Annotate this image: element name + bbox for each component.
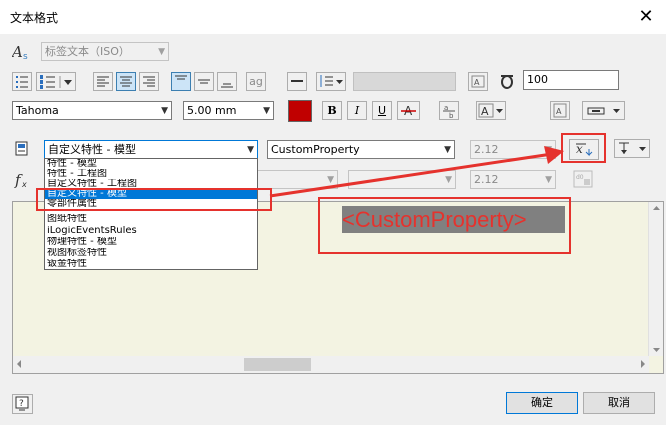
text-height-input[interactable]: 100 — [523, 70, 619, 90]
vertical-scrollbar[interactable] — [648, 202, 663, 356]
annotation-box-editor — [318, 197, 571, 254]
line-button[interactable] — [287, 72, 307, 91]
italic-button[interactable]: I — [347, 101, 367, 120]
arrow-down-stop-icon — [619, 142, 646, 154]
svg-text:s: s — [23, 52, 28, 61]
add-parameter-button[interactable]: d0 — [572, 169, 596, 189]
text-height-icon — [498, 72, 516, 91]
case-button[interactable]: A — [476, 101, 506, 120]
text-style-icon: As — [12, 43, 32, 61]
text-height-value: 100 — [527, 73, 548, 86]
font-size-dropdown[interactable]: 5.00 mm ▼ — [183, 101, 274, 120]
property-type-value: 自定义特性 - 模型 — [48, 143, 136, 156]
insert-field-button[interactable] — [582, 101, 625, 120]
svg-text:A: A — [474, 78, 480, 87]
align-top-button[interactable] — [171, 72, 191, 91]
close-button[interactable]: ✕ — [631, 4, 661, 30]
font-dropdown[interactable]: Tahoma ▼ — [12, 101, 172, 120]
chevron-down-icon: ▼ — [247, 145, 254, 155]
align-middle-button[interactable] — [194, 72, 214, 91]
svg-text:A: A — [556, 107, 562, 116]
chevron-down-icon: ▼ — [161, 106, 168, 116]
align-left-icon — [97, 76, 109, 87]
align-bottom-icon — [221, 83, 233, 88]
list-item[interactable]: 特性 - 工程图 — [45, 169, 257, 179]
style-dropdown[interactable]: 标签文本（ISO） ▼ — [41, 42, 169, 61]
function-icon: fx — [14, 170, 34, 190]
bullet-list-icon — [16, 76, 28, 88]
style-dropdown-value: 标签文本（ISO） — [45, 45, 130, 58]
symbol-button[interactable]: A — [550, 101, 570, 120]
ok-button[interactable]: 确定 — [506, 392, 578, 414]
list-item[interactable]: 物理特性 - 模型 — [45, 237, 257, 247]
annotation-box-option — [36, 188, 272, 211]
stretch-text-icon: A — [471, 75, 485, 88]
align-top-icon — [175, 75, 187, 80]
line-spacing-icon — [320, 75, 343, 87]
tolerance-button[interactable] — [614, 139, 650, 158]
svg-text:d0: d0 — [576, 174, 584, 181]
fraction-stack-icon: ab — [443, 104, 455, 120]
hscroll-arrows-icon — [17, 360, 645, 368]
title-bar — [0, 0, 666, 34]
align-center-button[interactable] — [116, 72, 136, 91]
scroll-arrows-icon — [653, 206, 660, 352]
help-icon: ? — [15, 396, 29, 411]
strikethrough-button[interactable]: A — [397, 101, 420, 120]
stretch-button[interactable]: A — [468, 72, 488, 91]
list-item[interactable]: iLogicEventsRules — [45, 226, 257, 236]
list-item[interactable]: 特性 - 模型 — [45, 159, 257, 169]
text-case-icon: A — [478, 103, 503, 118]
font-color-button[interactable] — [288, 100, 312, 122]
help-button[interactable]: ? — [12, 394, 33, 414]
align-right-button[interactable] — [139, 72, 159, 91]
align-right-icon — [143, 76, 155, 87]
chevron-down-icon: ▼ — [158, 47, 165, 57]
horizontal-line-icon — [291, 80, 303, 82]
list-item[interactable]: 钣金特性 — [45, 259, 257, 269]
insert-field-icon — [587, 107, 620, 115]
strikethrough-icon: A — [401, 104, 416, 118]
stack-button[interactable]: ab — [439, 101, 459, 120]
horizontal-scrollbar[interactable] — [13, 356, 649, 373]
image-button[interactable]: ag — [246, 72, 266, 91]
svg-text:?: ? — [19, 399, 24, 409]
cancel-button[interactable]: 取消 — [583, 392, 655, 414]
chevron-down-icon: ▼ — [263, 106, 270, 116]
scrollbar-thumb[interactable] — [244, 358, 311, 371]
underline-button[interactable]: U — [372, 101, 392, 120]
property-type-list[interactable]: 特性 - 模型 特性 - 工程图 自定义特性 - 工程图 自定义特性 - 模型 … — [44, 158, 258, 270]
window-title: 文本格式 — [10, 11, 59, 25]
property-type-dropdown[interactable]: 自定义特性 - 模型 ▼ — [44, 140, 258, 159]
document-icon — [14, 141, 30, 157]
numbered-list-button[interactable] — [36, 72, 76, 91]
svg-text:A: A — [481, 105, 489, 118]
align-bottom-button[interactable] — [217, 72, 237, 91]
list-item[interactable]: 图纸特性 — [45, 214, 257, 224]
parameter-insert-icon: d0 — [573, 170, 593, 188]
font-size-value: 5.00 mm — [187, 104, 237, 117]
symbol-insert-icon: A — [553, 103, 567, 118]
bold-button[interactable]: B — [322, 101, 342, 120]
align-middle-icon — [198, 79, 210, 84]
bullet-list-button[interactable] — [12, 72, 32, 91]
svg-text:A: A — [12, 43, 23, 61]
font-name: Tahoma — [16, 104, 59, 117]
align-center-icon — [120, 76, 132, 87]
svg-text:b: b — [449, 112, 454, 119]
annotation-arrow-icon — [269, 146, 564, 198]
line-spacing-button[interactable] — [316, 72, 346, 91]
line-spacing-value — [353, 72, 456, 91]
list-item[interactable]: 视图标签特性 — [45, 248, 257, 258]
svg-text:x: x — [21, 180, 27, 189]
numbered-list-icon — [40, 75, 72, 89]
align-left-button[interactable] — [93, 72, 113, 91]
